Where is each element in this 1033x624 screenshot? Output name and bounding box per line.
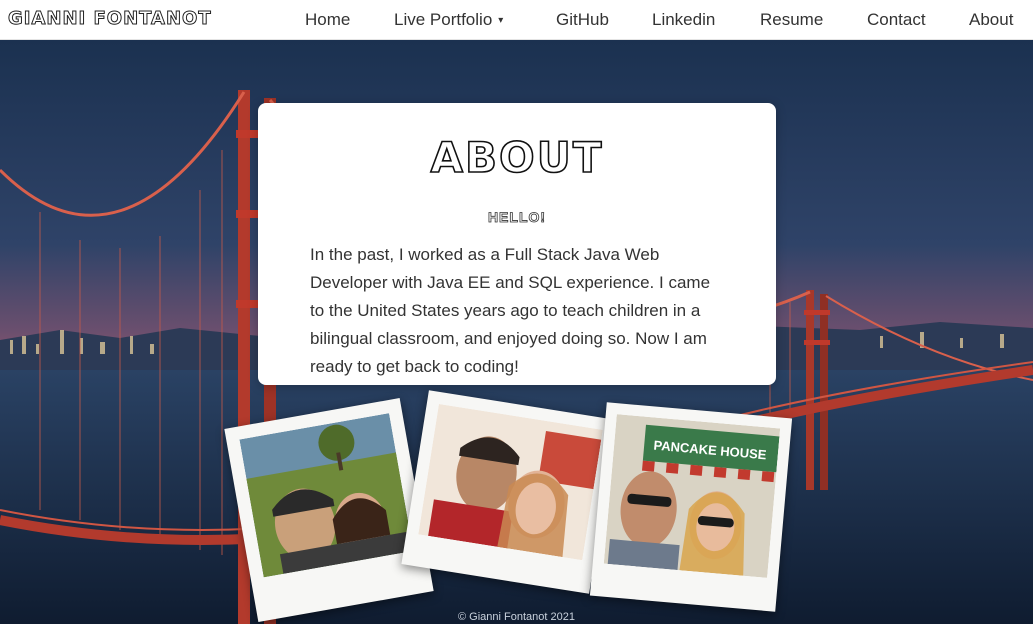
polaroid-photo-pancake-house: PANCAKE HOUSE — [589, 402, 793, 612]
chevron-down-icon: ▾ — [498, 15, 504, 27]
couple-selfie-park-image — [239, 413, 414, 578]
nav-github[interactable]: GitHub — [556, 10, 609, 30]
nav-live-portfolio-label: Live Portfolio — [394, 10, 493, 29]
polaroid-photo-indoor — [401, 390, 617, 594]
nav-home[interactable]: Home — [305, 10, 350, 30]
about-card: ABOUT HELLO! In the past, I worked as a … — [258, 103, 776, 385]
nav-links: Home Live Portfolio ▾ GitHub Linkedin Res… — [0, 0, 1033, 40]
footer-copyright: © Gianni Fontanot 2021 — [458, 611, 575, 623]
nav-about[interactable]: About — [969, 10, 1013, 30]
couple-selfie-indoor-image — [418, 403, 603, 561]
navbar: GIANNI FONTANOT Home Live Portfolio ▾ Git… — [0, 0, 1033, 40]
nav-contact[interactable]: Contact — [867, 10, 926, 30]
couple-selfie-pancake-house-image: PANCAKE HOUSE — [603, 414, 781, 578]
nav-linkedin[interactable]: Linkedin — [652, 10, 715, 30]
about-greeting: HELLO! — [487, 209, 547, 226]
about-bio-text: In the past, I worked as a Full Stack Ja… — [310, 245, 711, 376]
about-title: ABOUT — [430, 132, 604, 183]
nav-live-portfolio[interactable]: Live Portfolio ▾ — [394, 10, 503, 30]
polaroid-photo-park — [224, 398, 434, 622]
nav-resume[interactable]: Resume — [760, 10, 823, 30]
